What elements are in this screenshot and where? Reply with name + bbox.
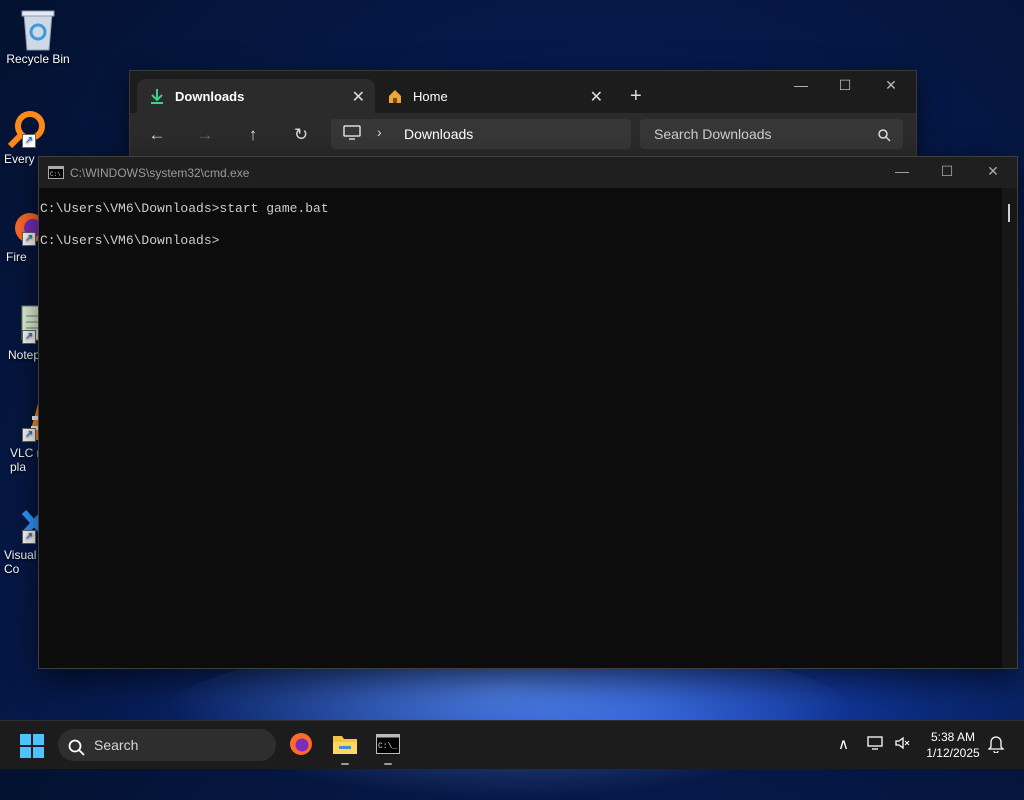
search-input[interactable]: Search Downloads [640,119,903,149]
back-arrow-icon[interactable]: ← [145,124,169,146]
terminal-icon: C:\_ [376,733,400,759]
explorer-tab-bar: Downloads ✕ Home ✕ + — ☐ ✕ [130,71,916,113]
everything-search-icon: ↗ [4,108,45,149]
cmd-close-button[interactable]: ✕ [970,163,1016,180]
recycle-bin-icon [18,8,58,51]
forward-arrow-icon[interactable]: → [193,124,217,146]
tab-label: Downloads [175,88,245,104]
taskbar-cmd[interactable]: C:\_ [370,729,406,765]
close-button[interactable]: ✕ [868,77,914,94]
cmd-window[interactable]: C:\ C:\WINDOWS\system32\cmd.exe — ☐ ✕ C:… [38,156,1018,669]
cmd-minimize-button[interactable]: — [879,163,925,179]
taskbar-file-explorer[interactable] [327,729,363,765]
taskbar-search-label: Search [94,737,139,753]
notification-bell-icon[interactable] [987,735,1005,756]
firefox-icon [289,732,313,761]
svg-text:C:\_: C:\_ [378,742,397,751]
network-icon[interactable] [867,735,885,754]
refresh-icon[interactable]: ↻ [289,124,313,146]
explorer-nav-bar: ← → ↑ ↻ › Downloads Search Downloads [130,113,916,157]
clock[interactable]: 5:38 AM 1/12/2025 [920,729,986,761]
windows-start-icon[interactable] [20,734,44,763]
chevron-up-icon[interactable]: ∧ [838,735,849,753]
search-icon [68,736,86,768]
cmd-prompt-line: C:\Users\VM6\Downloads> [40,233,220,248]
taskbar: Search C:\_ ∧ 5:38 AM 1/12/2025 [0,720,1024,769]
svg-text:C:\: C:\ [50,171,61,178]
clock-date: 1/12/2025 [926,746,980,760]
cmd-scrollbar[interactable] [1002,188,1017,668]
file-explorer-window[interactable]: Downloads ✕ Home ✕ + — ☐ ✕ ← → ↑ ↻ › Dow… [129,70,917,158]
cmd-line [40,217,1017,233]
breadcrumb[interactable]: Downloads [404,126,473,142]
search-icon [878,119,891,149]
cmd-title-bar[interactable]: C:\ C:\WINDOWS\system32\cmd.exe — ☐ ✕ [39,157,1017,188]
volume-muted-icon[interactable] [894,735,910,754]
monitor-icon [343,125,361,146]
new-tab-button[interactable]: + [630,85,642,108]
close-tab-icon[interactable]: ✕ [590,87,603,107]
chevron-right-icon: › [377,124,382,140]
cmd-line: C:\Users\VM6\Downloads>start game.bat [40,201,329,216]
tab-home[interactable]: Home ✕ [375,79,613,113]
close-tab-icon[interactable]: ✕ [352,87,365,107]
cmd-output[interactable]: C:\Users\VM6\Downloads>start game.bat C:… [39,188,1017,668]
running-indicator [341,763,349,765]
cmd-app-icon: C:\ [48,166,64,182]
taskbar-search-box[interactable]: Search [58,729,276,761]
clock-time: 5:38 AM [930,730,976,744]
folder-icon [332,733,358,760]
up-arrow-icon[interactable]: ↑ [241,124,265,146]
taskbar-firefox[interactable] [283,729,319,763]
minimize-button[interactable]: — [778,77,824,93]
scrollbar-thumb[interactable] [1008,204,1010,222]
search-placeholder: Search Downloads [654,126,772,142]
download-icon [149,88,165,104]
home-icon [387,88,403,104]
tab-downloads[interactable]: Downloads ✕ [137,79,375,113]
cmd-maximize-button[interactable]: ☐ [924,163,970,180]
desktop-icon-label: Recycle Bin [6,52,70,66]
desktop-icon-recycle-bin[interactable]: Recycle Bin [0,8,76,66]
running-indicator [384,763,392,765]
cmd-title: C:\WINDOWS\system32\cmd.exe [70,166,250,180]
address-bar[interactable]: › Downloads [331,119,631,149]
maximize-button[interactable]: ☐ [822,77,868,94]
tab-label: Home [413,88,448,104]
